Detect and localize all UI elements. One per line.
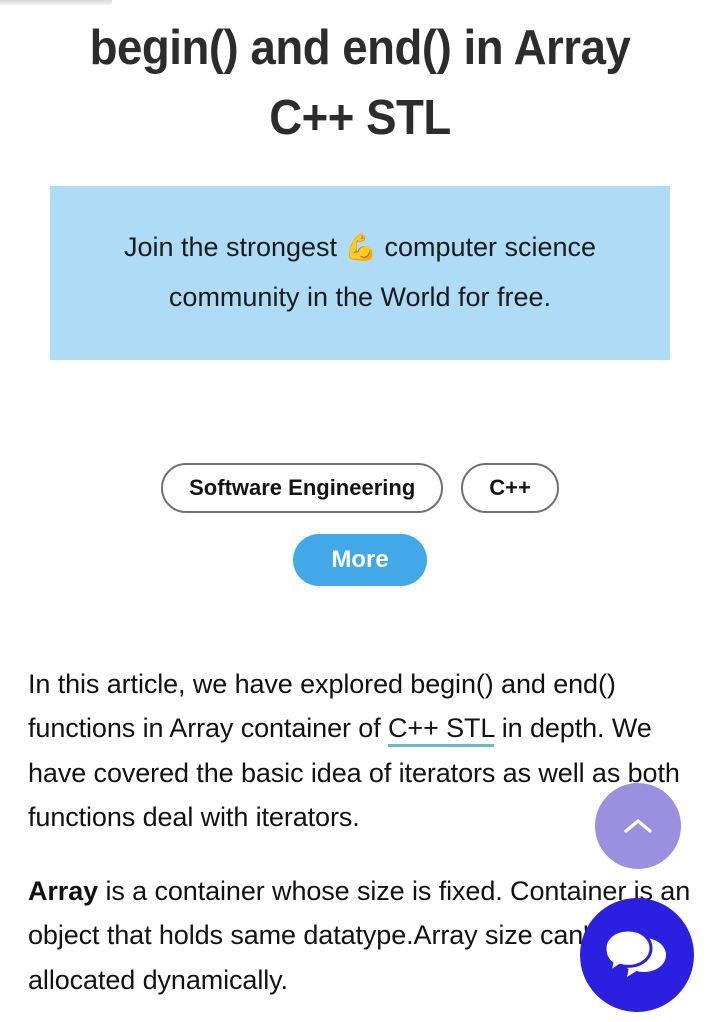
chevron-up-icon: [623, 817, 653, 835]
paragraph-1: In this article, we have explored begin(…: [28, 662, 692, 839]
more-button[interactable]: More: [293, 534, 427, 586]
tag-list: Software Engineering C++: [0, 463, 720, 513]
chat-bubbles-icon: [606, 928, 668, 982]
promo-banner: Join the strongest 💪 computer science co…: [50, 186, 670, 360]
more-button-row: More: [0, 534, 720, 586]
scroll-to-top-button[interactable]: [595, 783, 681, 869]
array-term: Array: [28, 876, 99, 907]
chat-widget-button[interactable]: [580, 898, 694, 1012]
tag-cpp[interactable]: C++: [461, 463, 559, 513]
flexed-biceps-emoji-icon: 💪: [344, 232, 377, 263]
tag-software-engineering[interactable]: Software Engineering: [161, 463, 444, 513]
article-page: begin() and end() in Array C++ STL Join …: [0, 0, 720, 1012]
cpp-stl-link[interactable]: C++ STL: [388, 713, 494, 748]
promo-banner-text: Join the strongest 💪 computer science co…: [50, 223, 670, 323]
page-title: begin() and end() in Array C++ STL: [89, 21, 631, 145]
promo-text-before: Join the strongest: [123, 232, 345, 263]
